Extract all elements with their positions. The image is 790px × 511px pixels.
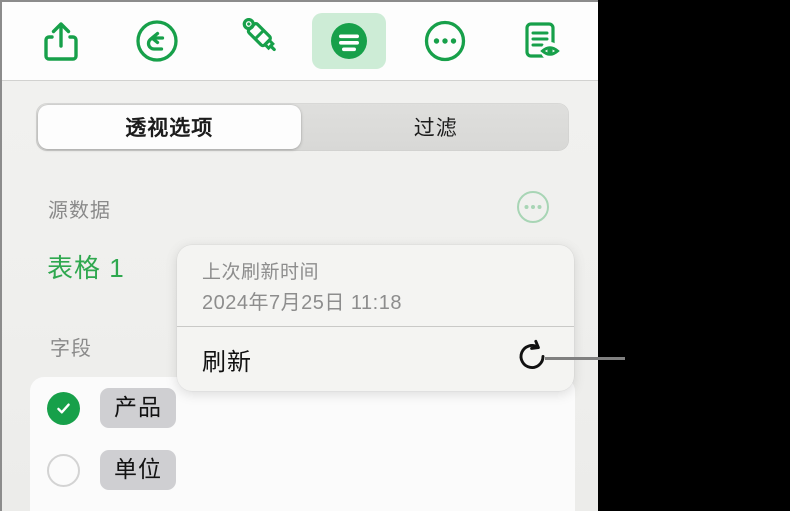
document-view-icon: [518, 18, 564, 64]
source-table-name[interactable]: 表格 1: [47, 248, 125, 285]
source-more-button[interactable]: [516, 190, 550, 224]
paintbrush-button[interactable]: [216, 13, 290, 69]
more-icon: [423, 19, 467, 63]
callout-line: [545, 357, 625, 360]
share-button[interactable]: [24, 13, 98, 69]
refresh-menu-item[interactable]: 刷新: [177, 327, 574, 391]
document-view-button[interactable]: [504, 13, 578, 69]
undo-button[interactable]: [120, 13, 194, 69]
checkbox-checked-icon[interactable]: [47, 391, 80, 425]
source-data-label: 源数据: [48, 200, 111, 222]
last-refresh-time: 2024年7月25日 11:18: [202, 291, 402, 314]
share-icon: [41, 19, 81, 63]
paintbrush-icon: [230, 18, 276, 64]
pivot-options-panel: 透视选项 过滤 源数据 表格 1 字段 产品 单位 上次刷新时间 2024年7月…: [0, 0, 598, 511]
refresh-info-section: 上次刷新时间 2024年7月25日 11:18: [177, 245, 574, 326]
undo-icon: [135, 19, 179, 63]
toolbar: [2, 2, 598, 81]
refresh-label: 刷新: [202, 348, 252, 376]
list-item[interactable]: 单位: [30, 439, 575, 501]
more-button[interactable]: [408, 13, 482, 69]
segmented-tabs: 透视选项 过滤: [36, 103, 569, 151]
last-refresh-label: 上次刷新时间: [202, 262, 320, 283]
tab-filter[interactable]: 过滤: [305, 105, 568, 149]
checkbox-unchecked-icon[interactable]: [47, 453, 80, 487]
tab-pivot-options[interactable]: 透视选项: [38, 105, 301, 149]
fields-label: 字段: [50, 338, 92, 360]
format-button[interactable]: [312, 13, 386, 69]
refresh-popover: 上次刷新时间 2024年7月25日 11:18 刷新: [177, 245, 574, 391]
format-icon: [327, 19, 371, 63]
ellipsis-circle-icon: [516, 191, 550, 228]
field-chip-label[interactable]: 产品: [100, 387, 176, 429]
field-chip-label[interactable]: 单位: [100, 449, 176, 491]
fields-list: 产品 单位: [30, 377, 575, 511]
